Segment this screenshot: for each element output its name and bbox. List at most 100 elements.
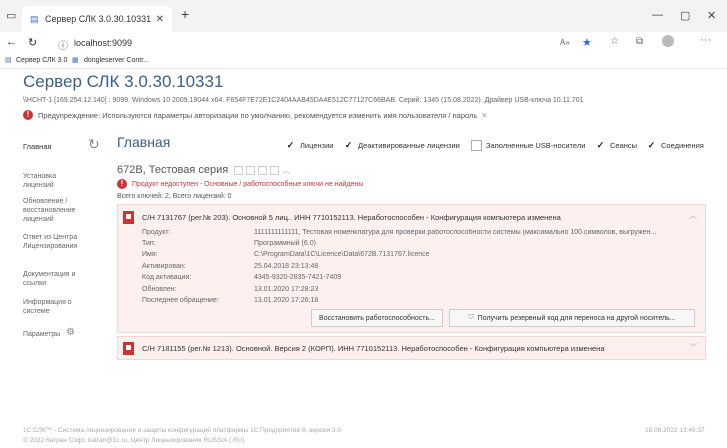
- field-label: Обновлен:: [142, 286, 177, 293]
- more-menu-icon[interactable]: ···: [700, 34, 711, 46]
- checkbox-checked-icon[interactable]: ✓: [595, 140, 606, 151]
- reload-icon[interactable]: ↻: [28, 36, 37, 49]
- license-card: С/Н 7131767 (рег.№ 203). Основной 5 лиц.…: [117, 204, 706, 333]
- bookmarks-bar: ▤ Сервер СЛК 3.0 ▦ dongleserver Contr...: [0, 54, 727, 69]
- field-value: C:\ProgramData\1C\Licence\Data\672B.7131…: [254, 251, 430, 258]
- document-icon: [123, 342, 134, 355]
- license-header-text: С/Н 7181155 (рег.№ 1213). Основной. Верс…: [142, 344, 605, 353]
- read-aloud-icon[interactable]: A»: [560, 38, 570, 47]
- bookmark-item[interactable]: Сервер СЛК 3.0: [16, 57, 67, 64]
- field-label: Имя:: [142, 251, 158, 258]
- minimize-icon[interactable]: —: [652, 9, 663, 21]
- field-label: Последнее обращение:: [142, 297, 219, 304]
- filter-deactivated[interactable]: ✓ Деактивированные лицензии: [343, 140, 460, 151]
- collapse-icon[interactable]: ︿: [689, 210, 697, 221]
- checkbox-checked-icon[interactable]: ✓: [646, 140, 657, 151]
- filter-label: Деактивированные лицензии: [358, 141, 460, 150]
- field-value: Программный (6.0): [254, 240, 316, 247]
- collapse-icon[interactable]: ︿: [282, 166, 290, 175]
- license-card: С/Н 7181155 (рег.№ 1213). Основной. Верс…: [117, 336, 706, 360]
- filter-label: Лицензии: [300, 141, 334, 150]
- close-window-icon[interactable]: ✕: [707, 9, 716, 22]
- filter-connections[interactable]: ✓ Соединения: [646, 140, 704, 151]
- sidebar-item-settings[interactable]: Параметры: [23, 330, 60, 339]
- new-tab-icon[interactable]: +: [181, 6, 189, 22]
- checkbox-checked-icon[interactable]: ✓: [285, 140, 296, 151]
- page-title: Сервер СЛК 3.0.30.10331: [23, 72, 224, 91]
- gear-icon[interactable]: ⚙: [66, 327, 75, 338]
- main-title: Главная: [117, 134, 171, 150]
- tab-favicon-icon: ▤: [30, 14, 39, 24]
- maximize-icon[interactable]: ▢: [680, 9, 690, 22]
- footer-copyright-line: 1С:СЛК™ - Система лицензирования и защит…: [23, 427, 342, 434]
- pagination-dot[interactable]: [258, 165, 268, 175]
- license-header-text: С/Н 7131767 (рег.№ 203). Основной 5 лиц.…: [142, 213, 561, 222]
- warning-icon: !: [23, 110, 33, 120]
- server-info: \\HCHT-1 [169.254.12.140] : 9099. Window…: [23, 97, 584, 104]
- warning-banner: ! Предупреждение: Используются параметры…: [23, 110, 488, 120]
- field-type: Тип: Программный (6.0): [142, 240, 316, 247]
- field-name: Имя: C:\ProgramData\1C\Licence\Data\672B.…: [142, 251, 430, 258]
- license-header[interactable]: С/Н 7131767 (рег.№ 203). Основной 5 лиц.…: [123, 211, 561, 224]
- browser-tab[interactable]: ▤ Сервер СЛК 3.0.30.10331 ✕: [22, 6, 172, 32]
- info-icon: ⓘ: [58, 41, 68, 52]
- expand-icon[interactable]: ﹀: [689, 342, 697, 353]
- field-label: Код активации:: [142, 274, 192, 281]
- collections-icon[interactable]: ⧉: [636, 36, 643, 47]
- field-product: Продукт: 1111111111111, Тестовая номенкла…: [142, 229, 702, 236]
- filter-licenses[interactable]: ✓ Лицензии: [285, 140, 334, 151]
- series-title: 672B, Тестовая серия ︿: [117, 164, 290, 176]
- checkbox-unchecked-icon[interactable]: [471, 140, 482, 151]
- sidebar-item-docs[interactable]: Документация и ссылки: [23, 270, 93, 288]
- favorite-star-icon[interactable]: ★: [582, 36, 592, 49]
- filter-sessions[interactable]: ✓ Сеансы: [595, 140, 637, 151]
- filter-label: Сеансы: [610, 141, 638, 150]
- field-value: 25.04.2018 23:13:48: [254, 263, 319, 270]
- close-warning-icon[interactable]: ✕: [481, 111, 487, 120]
- bookmark-favicon-icon: ▦: [72, 57, 79, 64]
- filter-label: Заполненные USB-носители: [486, 141, 586, 150]
- field-activation-code: Код активации: 4345-9320-2835-7421-7409: [142, 274, 341, 281]
- field-label: Тип:: [142, 240, 156, 247]
- filter-label: Соединения: [661, 141, 704, 150]
- series-title-text: 672B, Тестовая серия: [117, 164, 229, 176]
- footer-contact-line[interactable]: © 2022 Катран Софт. katran@1c.ru. Центр …: [23, 437, 245, 444]
- field-updated: Обновлен: 13.01.2020 17:28:23: [142, 286, 318, 293]
- bookmark-item[interactable]: dongleserver Contr...: [84, 57, 149, 64]
- error-message: ! Продукт недоступен - Основные / работо…: [117, 179, 363, 189]
- refresh-icon[interactable]: ↻: [88, 136, 100, 153]
- back-icon[interactable]: ←: [6, 36, 17, 48]
- field-activated: Активирован: 25.04.2018 23:13:48: [142, 263, 318, 270]
- browser-tab-bar: ▭ ▤ Сервер СЛК 3.0.30.10331 ✕ + — ▢ ✕: [0, 0, 727, 32]
- tab-close-icon[interactable]: ✕: [156, 14, 164, 25]
- address-input[interactable]: localhost:9099: [74, 38, 132, 48]
- key-counts: Всего ключей: 2, Всего лицензий: 0: [117, 193, 232, 200]
- sidebar-item-update[interactable]: Обновление / восстановление лицензий: [23, 197, 93, 224]
- field-last-access: Последнее обращение: 13.01.2020 17:26:18: [142, 297, 318, 304]
- pagination-dot[interactable]: [246, 165, 256, 175]
- profile-avatar[interactable]: [662, 35, 674, 47]
- pagination-dot[interactable]: [234, 165, 244, 175]
- sidebar-item-home[interactable]: Главная: [23, 142, 52, 151]
- bookmark-favicon-icon: ▤: [5, 57, 12, 64]
- footer-timestamp: 18.08.2022 13:49:37: [645, 427, 705, 434]
- license-header[interactable]: С/Н 7181155 (рег.№ 1213). Основной. Верс…: [123, 342, 604, 355]
- warning-text: Предупреждение: Используются параметры а…: [38, 110, 478, 120]
- sidebar-item-response[interactable]: Ответ из Центра Лицензирования: [23, 233, 91, 251]
- favorites-icon[interactable]: ☆: [610, 36, 619, 47]
- field-value: 4345-9320-2835-7421-7409: [254, 274, 342, 281]
- filter-usb[interactable]: Заполненные USB-носители: [471, 140, 585, 151]
- sidebar-item-sysinfo[interactable]: Информация о системе: [23, 298, 83, 316]
- sidebar-item-install[interactable]: Установка лицензий: [23, 172, 83, 190]
- window-menu-icon[interactable]: ▭: [6, 9, 16, 22]
- pagination-dot[interactable]: [270, 165, 280, 175]
- backup-code-label: Получить резервный код для переноса на д…: [477, 314, 676, 322]
- field-value: 13.01.2020 17:28:23: [254, 286, 319, 293]
- field-label: Активирован:: [142, 263, 186, 270]
- restore-button[interactable]: Восстановить работоспособность...: [311, 309, 443, 327]
- address-bar-row: ← ↻ ⓘ localhost:9099 A» ★ ☆ ⧉ ···: [0, 32, 727, 54]
- backup-code-button[interactable]: ⛉ Получить резервный код для переноса на…: [449, 309, 695, 327]
- checkbox-checked-icon[interactable]: ✓: [343, 140, 354, 151]
- document-icon: [123, 211, 134, 224]
- error-text: Продукт недоступен - Основные / работосп…: [132, 180, 364, 188]
